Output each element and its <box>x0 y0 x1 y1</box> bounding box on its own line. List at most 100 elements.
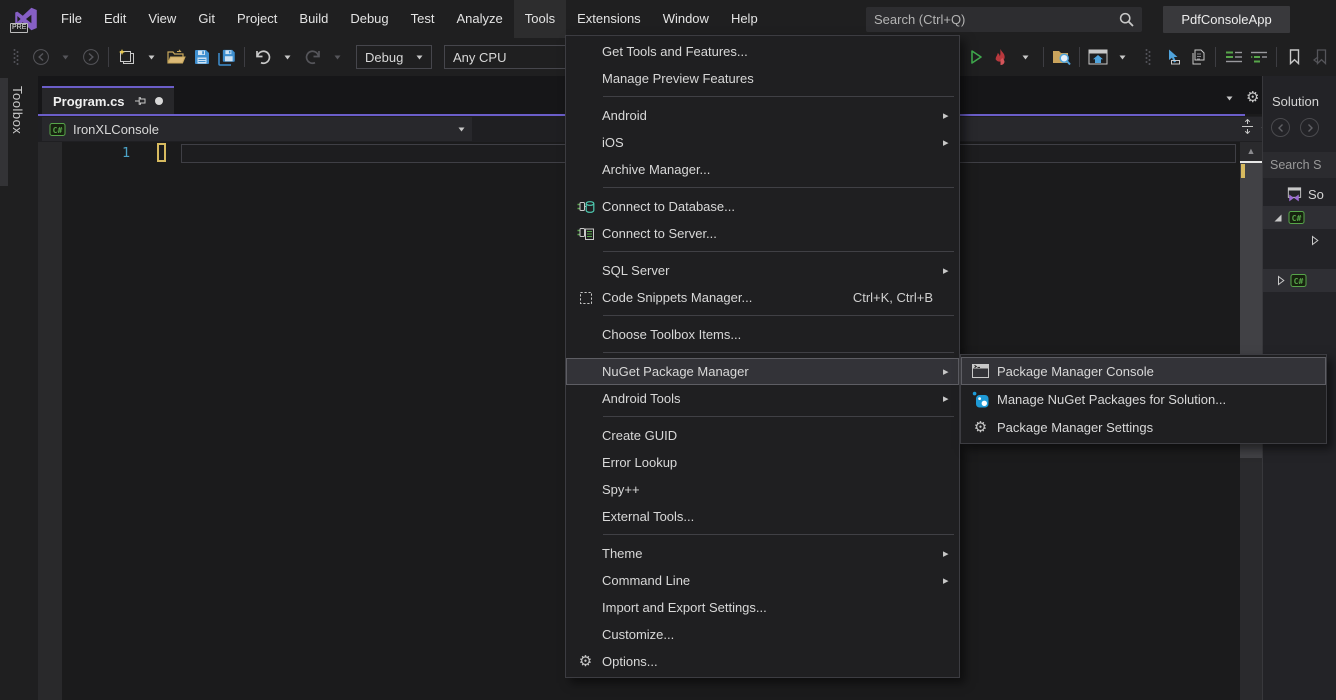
explorer-back-button[interactable] <box>1271 118 1290 137</box>
titlebar: PRE File Edit View Git <box>0 0 1336 38</box>
menubar-item[interactable]: Git <box>187 0 226 38</box>
nav-back-icon <box>32 48 50 66</box>
toolbar-button[interactable] <box>140 44 163 70</box>
separator <box>108 47 109 67</box>
menu-item[interactable]: Connect to Database... <box>566 193 959 220</box>
toolbar-button[interactable] <box>1308 44 1331 70</box>
menubar-item[interactable]: Help <box>720 0 769 38</box>
menu-item[interactable]: Error Lookup <box>566 449 959 476</box>
menu-item[interactable]: Customize... <box>566 621 959 648</box>
menu-item[interactable]: Archive Manager... <box>566 156 959 183</box>
scrollbar-up-arrow-icon[interactable]: ▲ <box>1240 142 1262 159</box>
breakpoint-gutter[interactable] <box>38 142 62 700</box>
search-input[interactable]: Search (Ctrl+Q) <box>866 7 1142 32</box>
save-all-icon <box>218 49 236 66</box>
toolbar-button[interactable] <box>1186 44 1209 70</box>
feedback-profile-button[interactable]: PdfConsoleApp <box>1163 6 1290 33</box>
split-window-button[interactable] <box>1241 119 1254 134</box>
menu-item[interactable]: Package Manager Console <box>961 357 1326 385</box>
solution-platform-dropdown[interactable]: Any CPU <box>444 45 582 69</box>
menubar-item[interactable]: Project <box>226 0 288 38</box>
toolbar-button[interactable] <box>165 44 188 70</box>
project-context-dropdown[interactable]: C# IronXLConsole <box>42 117 472 141</box>
toolbar-button[interactable] <box>79 44 102 70</box>
toolbar-button[interactable] <box>1050 44 1073 70</box>
toolbar-button[interactable] <box>4 44 27 70</box>
toolbar-button[interactable] <box>251 44 274 70</box>
menu-item[interactable]: Theme <box>566 540 959 567</box>
tree-node[interactable]: So <box>1263 183 1336 206</box>
toolbar-button[interactable] <box>1161 44 1184 70</box>
menu-item[interactable]: Create GUID <box>566 422 959 449</box>
csharp-project-icon: C# <box>1290 273 1307 288</box>
toolbar-button[interactable] <box>54 44 77 70</box>
expander-expanded-icon[interactable] <box>1273 213 1283 223</box>
toolbar-button[interactable] <box>326 44 349 70</box>
toolbar-button[interactable] <box>1247 44 1270 70</box>
toolbar-button[interactable] <box>29 44 52 70</box>
toolbar-button[interactable] <box>964 44 987 70</box>
document-tab[interactable]: Program.cs <box>42 86 174 114</box>
unsaved-changes-dot-icon[interactable] <box>155 97 163 105</box>
toolbar-button[interactable] <box>989 44 1012 70</box>
menu-item[interactable]: iOS <box>566 129 959 156</box>
dropdown-caret-icon <box>1022 55 1029 60</box>
menubar-item[interactable]: Window <box>652 0 720 38</box>
menu-item[interactable]: Android Tools <box>566 385 959 412</box>
expander-collapsed-icon[interactable] <box>1277 275 1285 286</box>
toolbar-button[interactable] <box>115 44 138 70</box>
bookmark-icon <box>1288 49 1301 65</box>
menubar-item[interactable]: File <box>50 0 93 38</box>
menu-item[interactable]: Choose Toolbox Items... <box>566 321 959 348</box>
menubar-item[interactable]: Debug <box>339 0 399 38</box>
submenu-arrow-icon <box>943 109 956 122</box>
toolbar-button[interactable] <box>190 44 213 70</box>
toolbar-button[interactable] <box>1222 44 1245 70</box>
separator <box>603 187 954 188</box>
menu-item[interactable]: Spy++ <box>566 476 959 503</box>
menu-item[interactable]: Connect to Server... <box>566 220 959 247</box>
solution-configuration-dropdown[interactable]: Debug <box>356 45 432 69</box>
menu-item[interactable]: Android <box>566 102 959 129</box>
menu-item[interactable]: NuGet Package Manager <box>566 358 959 385</box>
tree-node-label: So <box>1308 187 1324 202</box>
menu-item[interactable]: Command Line <box>566 567 959 594</box>
menubar-item[interactable]: Test <box>400 0 446 38</box>
menu-item[interactable]: Import and Export Settings... <box>566 594 959 621</box>
menubar-item[interactable]: Edit <box>93 0 137 38</box>
toolbar-button[interactable] <box>301 44 324 70</box>
toolbar-button[interactable] <box>1136 44 1159 70</box>
menu-item[interactable]: ⚙ Options... <box>566 648 959 675</box>
tab-list-caret[interactable] <box>1226 96 1233 101</box>
toolbar-button[interactable] <box>1283 44 1306 70</box>
menubar-item[interactable]: Extensions <box>566 0 652 38</box>
tree-node[interactable] <box>1263 229 1336 252</box>
separator <box>1276 47 1277 67</box>
toolbox-tab[interactable]: Toolbox <box>10 86 25 134</box>
toolbar-button[interactable] <box>1111 44 1134 70</box>
menu-item[interactable]: Manage Preview Features <box>566 65 959 92</box>
csharp-project-icon: C# <box>49 122 66 137</box>
toolbar-button[interactable] <box>215 44 238 70</box>
menubar-item[interactable]: View <box>137 0 187 38</box>
menubar-item[interactable]: Tools <box>514 0 566 38</box>
toolbar-button[interactable] <box>1014 44 1037 70</box>
tabstrip-gear[interactable]: ⚙ <box>1246 89 1259 107</box>
expander-collapsed-icon[interactable] <box>1311 235 1319 246</box>
tree-node[interactable]: C# <box>1263 269 1336 292</box>
explorer-forward-button[interactable] <box>1300 118 1319 137</box>
menu-item[interactable]: Get Tools and Features... <box>566 38 959 65</box>
menu-item[interactable]: ⚙ Package Manager Settings <box>961 413 1326 441</box>
menu-item[interactable]: Code Snippets Manager... Ctrl+K, Ctrl+B <box>566 284 959 311</box>
toolbar-button[interactable] <box>1086 44 1109 70</box>
menu-item[interactable]: SQL Server <box>566 257 959 284</box>
menubar-item[interactable]: Build <box>288 0 339 38</box>
new-item-icon <box>117 49 136 66</box>
toolbar-button[interactable] <box>276 44 299 70</box>
menubar-item[interactable]: Analyze <box>445 0 513 38</box>
menu-item[interactable]: External Tools... <box>566 503 959 530</box>
tree-node[interactable]: C# <box>1263 206 1336 229</box>
pin-icon[interactable] <box>134 95 146 107</box>
menu-item[interactable]: Manage NuGet Packages for Solution... <box>961 385 1326 413</box>
solution-search-input[interactable]: Search S <box>1263 152 1336 178</box>
